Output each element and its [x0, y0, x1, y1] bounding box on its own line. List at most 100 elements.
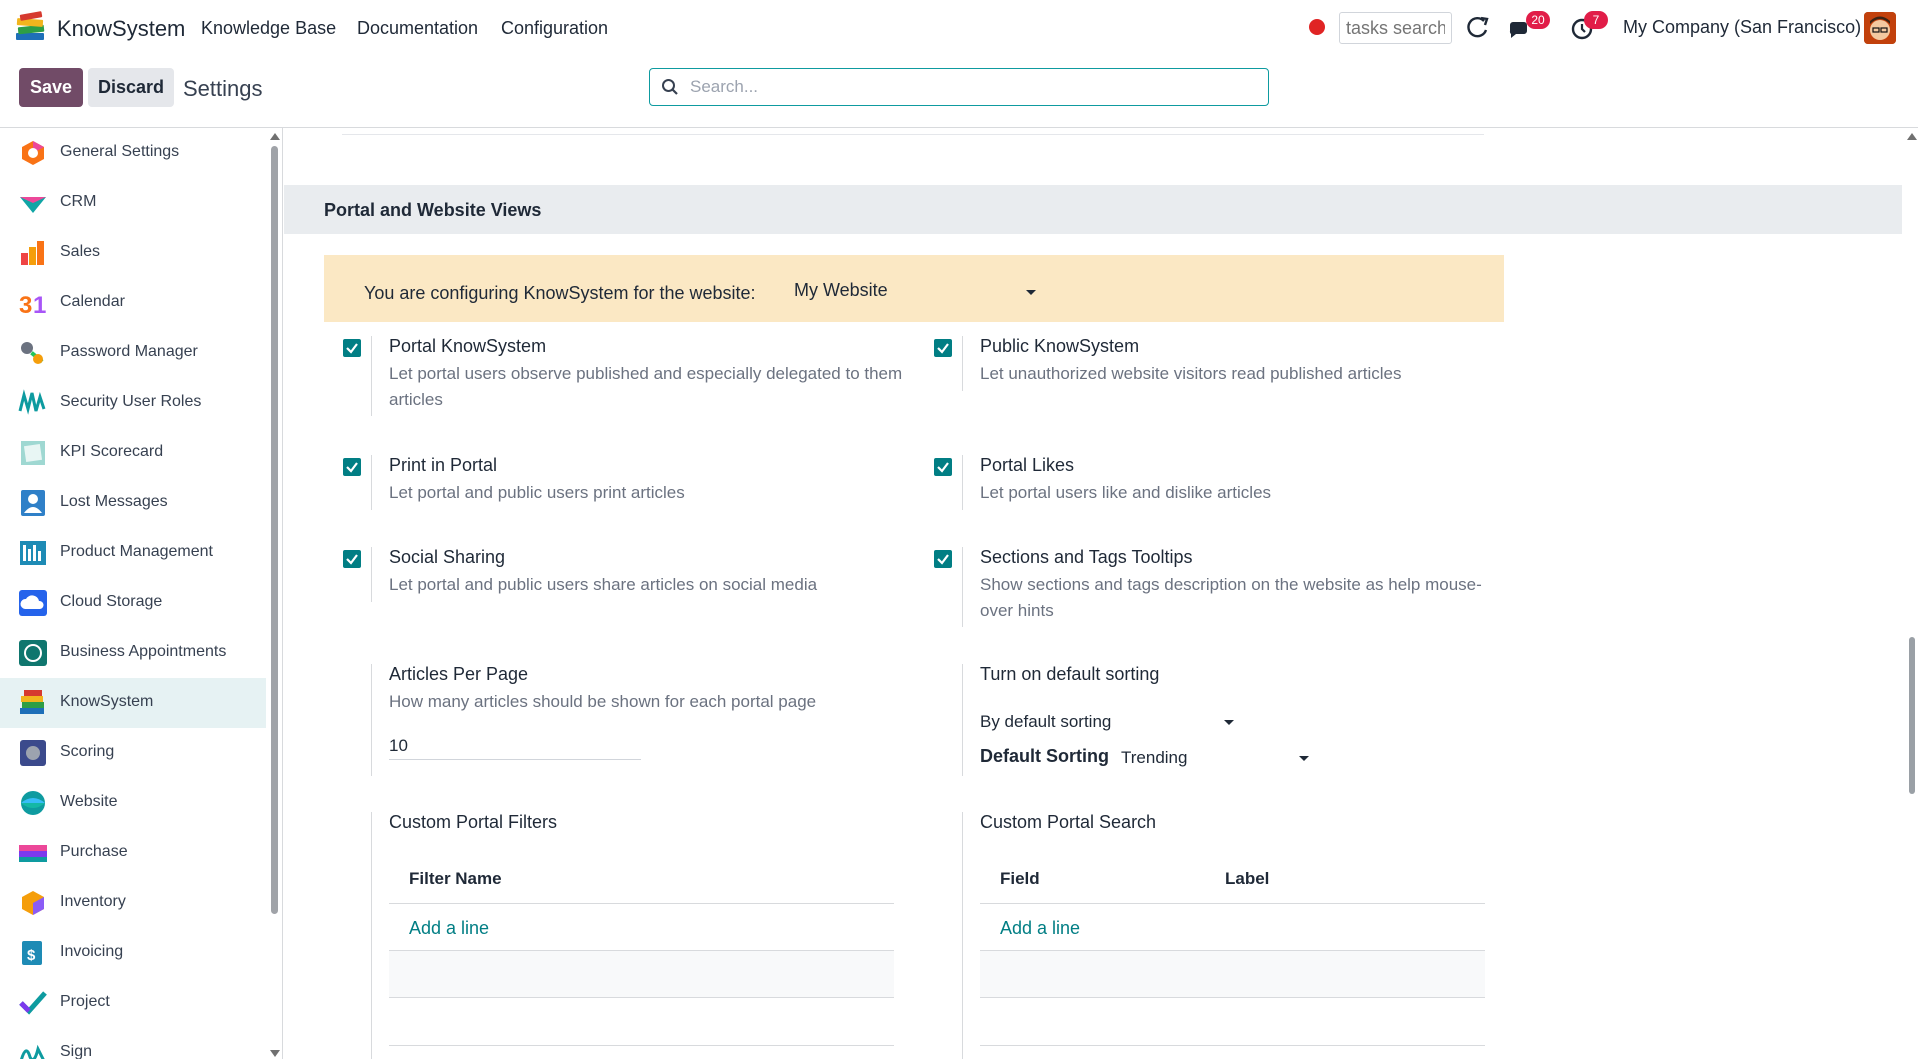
sidebar-item-sign[interactable]: Sign: [0, 1028, 266, 1059]
select-value: By default sorting: [980, 712, 1112, 731]
default-sorting-label: Default Sorting: [980, 746, 1109, 766]
sidebar-item-label: Lost Messages: [60, 493, 168, 510]
menu-documentation[interactable]: Documentation: [357, 18, 478, 39]
divider: [980, 903, 1485, 904]
main-scrollbar-thumb[interactable]: [1909, 637, 1915, 794]
sidebar-item-cloud-storage[interactable]: Cloud Storage: [0, 578, 266, 628]
divider: [980, 997, 1485, 998]
sidebar-item-website[interactable]: Website: [0, 778, 266, 828]
setting-title: Custom Portal Search: [980, 812, 1157, 832]
settings-search-box[interactable]: [649, 68, 1269, 106]
setting-description: Let portal and public users share articl…: [389, 575, 818, 594]
sidebar-item-kpi-scorecard[interactable]: KPI Scorecard: [0, 428, 266, 478]
sidebar-item-label: Cloud Storage: [60, 593, 163, 610]
sidebar-item-invoicing[interactable]: $ Invoicing: [0, 928, 266, 978]
sidebar-item-security-user-roles[interactable]: Security User Roles: [0, 378, 266, 428]
sidebar-item-crm[interactable]: CRM: [0, 178, 266, 228]
sidebar-item-label: KPI Scorecard: [60, 443, 164, 460]
divider: [371, 664, 372, 776]
user-avatar[interactable]: [1864, 12, 1896, 44]
print-in-portal-checkbox[interactable]: [343, 458, 361, 476]
sidebar-item-label: Password Manager: [60, 343, 198, 360]
setting-title: Portal KnowSystem: [389, 336, 547, 356]
website-select[interactable]: My Website: [794, 280, 1036, 306]
business-appointments-icon: [19, 640, 47, 666]
main-scroll-up-arrow-icon[interactable]: [1907, 133, 1917, 140]
sidebar-item-inventory[interactable]: Inventory: [0, 878, 266, 928]
portal-likes-checkbox[interactable]: [934, 458, 952, 476]
table-row: [389, 951, 894, 997]
company-switcher[interactable]: My Company (San Francisco): [1623, 17, 1861, 38]
knowsystem-logo-icon[interactable]: [14, 11, 48, 45]
sidebar-item-project[interactable]: Project: [0, 978, 266, 1028]
menu-knowledge-base[interactable]: Knowledge Base: [201, 18, 336, 39]
setting-default-sorting: Turn on default sorting By default sorti…: [934, 664, 1494, 776]
portal-knowsystem-checkbox[interactable]: [343, 339, 361, 357]
default-sorting-toggle-select[interactable]: By default sorting: [980, 712, 1234, 740]
scroll-down-arrow-icon[interactable]: [270, 1050, 280, 1057]
setting-portal-likes: Portal Likes Let portal users like and d…: [934, 455, 1494, 510]
refresh-icon[interactable]: [1464, 14, 1492, 42]
sidebar-item-calendar[interactable]: 31 Calendar: [0, 278, 266, 328]
setting-public-knowsystem: Public KnowSystem Let unauthorized websi…: [934, 336, 1494, 396]
recording-indicator[interactable]: [1309, 19, 1325, 35]
inventory-icon: [22, 891, 44, 915]
sales-icon: [21, 241, 44, 265]
product-management-icon: [20, 541, 46, 565]
sidebar-scrollbar-thumb[interactable]: [271, 146, 278, 914]
sidebar-item-knowsystem[interactable]: KnowSystem: [0, 678, 266, 728]
divider: [371, 455, 372, 510]
sidebar-item-lost-messages[interactable]: Lost Messages: [0, 478, 266, 528]
top-navbar: KnowSystem Knowledge Base Documentation …: [0, 0, 1918, 56]
sidebar-item-password-manager[interactable]: Password Manager: [0, 328, 266, 378]
divider: [962, 336, 963, 391]
chevron-down-icon: [1299, 756, 1309, 761]
scroll-up-arrow-icon[interactable]: [270, 133, 280, 140]
column-header-filter-name[interactable]: Filter Name: [409, 869, 502, 889]
setting-title: Social Sharing: [389, 547, 506, 567]
sidebar-item-label: Business Appointments: [60, 643, 227, 660]
svg-text:$: $: [27, 947, 36, 964]
setting-description: How many articles should be shown for ea…: [389, 692, 817, 711]
divider: [371, 336, 372, 416]
divider: [389, 1045, 894, 1046]
menu-configuration[interactable]: Configuration: [501, 18, 608, 39]
security-user-roles-icon: [18, 389, 46, 415]
sidebar-item-general-settings[interactable]: General Settings: [0, 128, 266, 178]
column-header-label[interactable]: Label: [1225, 869, 1269, 889]
sidebar-item-label: Invoicing: [60, 943, 124, 960]
sidebar-item-business-appointments[interactable]: Business Appointments: [0, 628, 266, 678]
column-header-field[interactable]: Field: [1000, 869, 1040, 889]
setting-title: Portal Likes: [980, 455, 1075, 475]
setting-description: Let portal users like and dislike articl…: [980, 483, 1272, 502]
public-knowsystem-checkbox[interactable]: [934, 339, 952, 357]
divider: [371, 812, 372, 1059]
discard-button[interactable]: Discard: [88, 68, 174, 107]
calendar-icon: 31: [19, 292, 46, 317]
website-icon: [21, 791, 45, 815]
articles-per-page-input[interactable]: 10: [389, 732, 641, 760]
setting-title: Articles Per Page: [389, 664, 529, 684]
app-name[interactable]: KnowSystem: [57, 16, 185, 42]
website-config-alert: You are configuring KnowSystem for the w…: [324, 255, 1504, 322]
sign-icon: [20, 1044, 45, 1059]
social-sharing-checkbox[interactable]: [343, 550, 361, 568]
sidebar-item-scoring[interactable]: Scoring: [0, 728, 266, 778]
save-button[interactable]: Save: [19, 68, 83, 107]
sections-tooltips-checkbox[interactable]: [934, 550, 952, 568]
setting-description: Let portal and public users print articl…: [389, 483, 685, 502]
sidebar-item-sales[interactable]: Sales: [0, 228, 266, 278]
select-value: Trending: [1121, 748, 1188, 767]
add-search-line-link[interactable]: Add a line: [1000, 918, 1080, 939]
add-filter-line-link[interactable]: Add a line: [409, 918, 489, 939]
default-sorting-select[interactable]: Trending: [1121, 748, 1309, 776]
sidebar-item-product-management[interactable]: Product Management: [0, 528, 266, 578]
password-manager-icon: [21, 342, 44, 364]
tasks-search-input[interactable]: [1339, 12, 1452, 44]
kpi-scorecard-icon: [21, 441, 45, 465]
purchase-icon: [19, 845, 47, 862]
setting-portal-knowsystem: Portal KnowSystem Let portal users obser…: [343, 336, 903, 416]
search-input[interactable]: [690, 69, 1260, 105]
sidebar-item-purchase[interactable]: Purchase: [0, 828, 266, 878]
chevron-down-icon: [1224, 720, 1234, 725]
